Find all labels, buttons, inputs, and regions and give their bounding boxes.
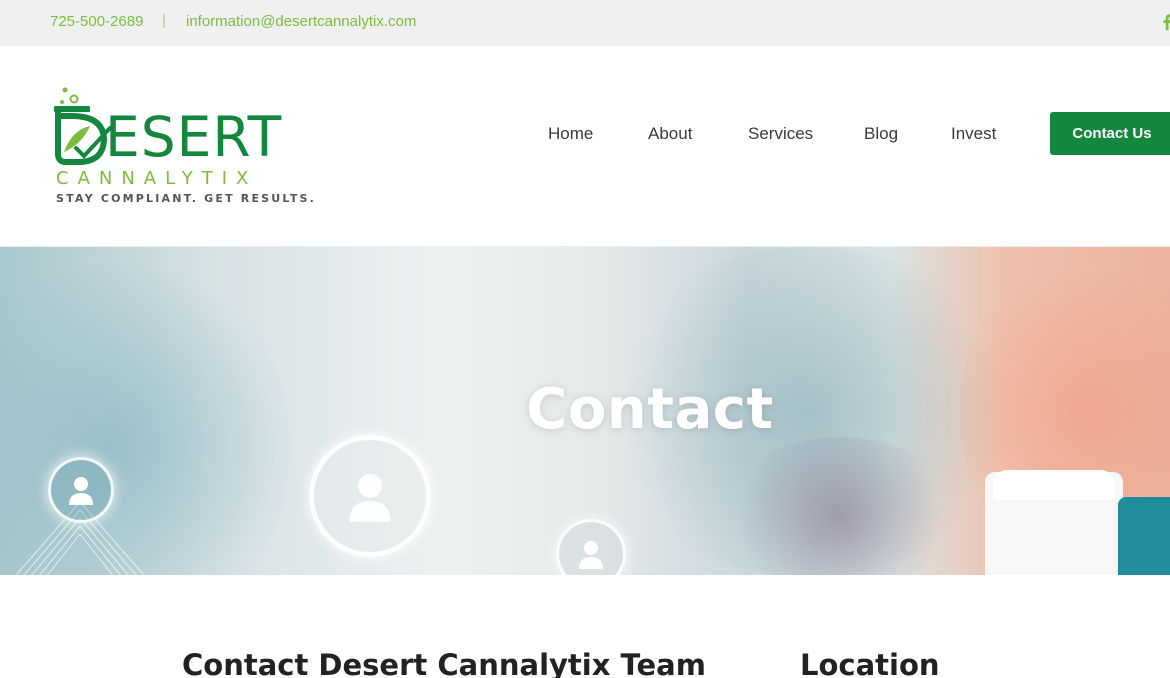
user-avatar-ring [48,457,114,523]
topbar-separator: | [162,12,166,29]
location-heading: Location [800,648,940,678]
facebook-icon[interactable] [1160,14,1170,30]
user-avatar-ring [556,519,626,575]
hero-banner: Contact [0,247,1170,575]
logo-subwordmark: CANNALYTIX [56,168,258,189]
page-title: Contact [526,377,774,442]
site-logo[interactable]: ESERT CANNALYTIX STAY COMPLIANT. GET RES… [50,86,320,211]
coffee-cup-lid [993,470,1115,500]
top-bar: 725-500-2689 | information@desertcannaly… [0,0,1170,46]
contact-us-button[interactable]: Contact Us [1050,112,1170,155]
user-icon [579,541,603,569]
nav-item-invest[interactable]: Invest [951,124,996,144]
user-icon [69,477,93,505]
nav-item-services[interactable]: Services [748,124,813,144]
nav-item-about[interactable]: About [648,124,692,144]
user-icon [349,473,391,522]
logo-tagline: STAY COMPLIANT. GET RESULTS. [56,192,317,205]
site-header: ESERT CANNALYTIX STAY COMPLIANT. GET RES… [0,46,1170,247]
logo-wordmark: ESERT [105,105,283,169]
user-avatar-ring [309,435,431,557]
nav-item-home[interactable]: Home [548,124,593,144]
phone-link[interactable]: 725-500-2689 [50,13,143,30]
nav-item-blog[interactable]: Blog [864,124,898,144]
email-link[interactable]: information@desertcannalytix.com [186,13,416,30]
hero-decoration [1118,497,1170,575]
contact-team-heading: Contact Desert Cannalytix Team [182,648,706,678]
